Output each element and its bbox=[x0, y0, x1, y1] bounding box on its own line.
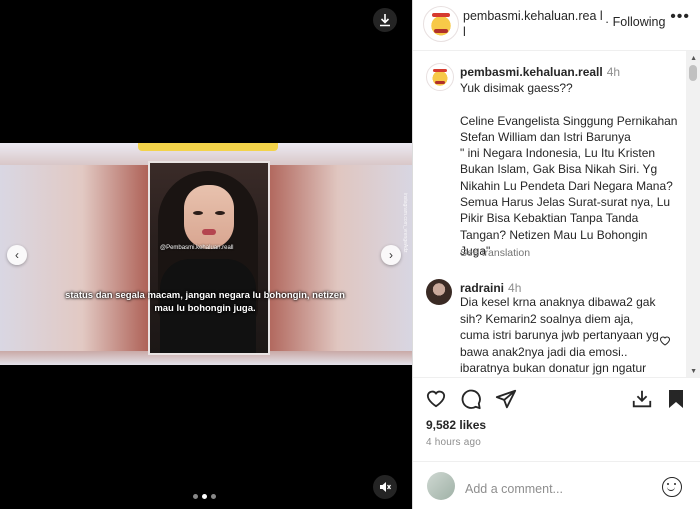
comment-icon[interactable] bbox=[460, 388, 482, 415]
add-comment-row: Add a comment... bbox=[413, 461, 700, 510]
yellow-banner bbox=[138, 143, 278, 151]
comment-text: Dia kesel krna anaknya dibawa2 gak sih? … bbox=[460, 295, 659, 376]
author-username[interactable]: pembasmi.kehaluan.rea ll bbox=[463, 8, 603, 40]
share-icon[interactable] bbox=[495, 388, 517, 415]
caption-text: Yuk disimak gaess?? Celine Evangelista S… bbox=[460, 81, 678, 258]
commenter-avatar[interactable] bbox=[426, 279, 452, 305]
post-header: pembasmi.kehaluan.rea ll · Following ••• bbox=[413, 0, 700, 51]
download-tray-icon[interactable] bbox=[631, 388, 653, 415]
slide-indicator bbox=[193, 494, 216, 499]
caption-username[interactable]: pembasmi.kehaluan.reall bbox=[460, 65, 603, 79]
side-watermark: instagram.com_vrengeAdz bbox=[402, 193, 408, 253]
previous-slide-button[interactable]: ‹ bbox=[7, 245, 27, 265]
slide-dot-active bbox=[202, 494, 207, 499]
chevron-left-icon: ‹ bbox=[15, 248, 19, 262]
next-slide-button[interactable]: › bbox=[381, 245, 401, 265]
scroll-up-arrow-icon[interactable]: ▲ bbox=[690, 55, 697, 62]
post-actions: 9,582 likes 4 hours ago bbox=[413, 377, 700, 458]
left-eye bbox=[193, 211, 203, 215]
like-icon[interactable] bbox=[425, 388, 447, 413]
post-panel: pembasmi.kehaluan.rea ll · Following •••… bbox=[412, 0, 700, 509]
face-shape bbox=[184, 185, 234, 249]
download-button[interactable] bbox=[373, 8, 397, 32]
caption-time: 4h bbox=[606, 65, 621, 79]
video-caption-overlay: status dan segala macam, jangan negara l… bbox=[65, 290, 345, 314]
comment-username[interactable]: radraini bbox=[460, 281, 504, 295]
video-thumbnail: @Pembasmi.kehaluan.reall bbox=[148, 161, 270, 355]
download-icon bbox=[380, 14, 390, 27]
emoji-icon[interactable] bbox=[662, 477, 682, 497]
likes-count[interactable]: 9,582 likes bbox=[426, 418, 486, 432]
post-time-ago: 4 hours ago bbox=[426, 437, 482, 448]
mute-button[interactable] bbox=[373, 475, 397, 499]
slide-dot bbox=[211, 494, 216, 499]
see-translation-link[interactable]: See translation bbox=[460, 247, 530, 259]
bookmark-icon[interactable] bbox=[667, 388, 685, 415]
comment-like-icon[interactable] bbox=[659, 335, 671, 349]
add-comment-input[interactable]: Add a comment... bbox=[465, 482, 563, 496]
following-label: Following bbox=[612, 15, 666, 29]
comments-scrollbar[interactable]: ▲ ▼ bbox=[686, 51, 700, 377]
comment-time: 4h bbox=[508, 281, 522, 295]
muted-speaker-icon bbox=[380, 482, 392, 492]
comments-section[interactable]: pembasmi.kehaluan.reall 4h Yuk disimak ga… bbox=[413, 51, 700, 377]
more-options-icon[interactable]: ••• bbox=[670, 8, 690, 26]
following-status[interactable]: · Following bbox=[605, 15, 665, 29]
slide-dot bbox=[193, 494, 198, 499]
right-eye bbox=[215, 211, 225, 215]
video-frame: @Pembasmi.kehaluan.reall instagram.com_v… bbox=[0, 143, 412, 365]
video-handle: @Pembasmi.kehaluan.reall bbox=[160, 245, 234, 251]
lips bbox=[202, 229, 216, 235]
caption-header: pembasmi.kehaluan.reall 4h bbox=[460, 63, 620, 81]
caption-author-avatar[interactable] bbox=[426, 63, 454, 91]
current-user-avatar bbox=[427, 472, 455, 500]
post-media[interactable]: @Pembasmi.kehaluan.reall instagram.com_v… bbox=[0, 0, 412, 509]
scroll-thumb[interactable] bbox=[689, 65, 697, 81]
author-avatar[interactable] bbox=[423, 6, 459, 42]
scroll-down-arrow-icon[interactable]: ▼ bbox=[690, 368, 697, 375]
chevron-right-icon: › bbox=[389, 248, 393, 262]
